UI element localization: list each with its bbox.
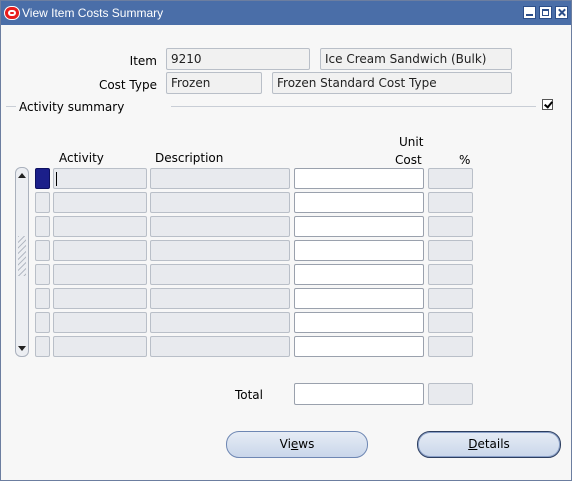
scroll-grip[interactable] [18,236,26,276]
item-description-field[interactable]: Ice Cream Sandwich (Bulk) [320,48,512,70]
percent-cell[interactable] [428,336,473,357]
unit-cost-cell[interactable] [294,312,424,333]
activity-cell[interactable] [53,312,147,333]
item-field[interactable]: 9210 [166,48,310,70]
scroll-up-icon[interactable] [18,173,26,178]
table-scrollbar[interactable] [15,167,29,357]
description-cell[interactable] [150,264,290,285]
unit-cost-cell[interactable] [294,192,424,213]
description-cell[interactable] [150,192,290,213]
row-selector[interactable] [35,216,50,237]
item-label: Item [129,54,157,68]
unit-cost-cell[interactable] [294,288,424,309]
unit-cost-cell[interactable] [294,264,424,285]
description-cell[interactable] [150,216,290,237]
activity-cell[interactable] [53,192,147,213]
views-button[interactable]: Views [226,431,368,458]
activity-cell[interactable] [53,288,147,309]
unit-cost-cell[interactable] [294,240,424,261]
percent-cell[interactable] [428,312,473,333]
row-selector[interactable] [35,240,50,261]
cost-type-label: Cost Type [98,78,157,92]
total-percent-field[interactable] [428,383,473,405]
total-label: Total [234,388,263,402]
close-icon[interactable] [555,6,568,19]
unit-cost-cell[interactable] [294,216,424,237]
percent-cell[interactable] [428,216,473,237]
view-item-costs-window: View Item Costs Summary Item 9210 Ice Cr… [0,0,572,481]
row-selector[interactable] [35,312,50,333]
activity-cell[interactable] [53,216,147,237]
views-button-label-end: ws [298,437,315,451]
details-button-label-end: etails [477,437,510,451]
unit-cost-cell[interactable] [294,168,424,189]
row-selector[interactable] [35,264,50,285]
activity-summary-heading: Activity summary [19,100,125,114]
percent-cell[interactable] [428,288,473,309]
row-selector[interactable] [35,192,50,213]
column-header-unit: Unit [399,135,424,149]
description-cell[interactable] [150,312,290,333]
column-header-cost: Cost [395,153,422,167]
column-header-activity: Activity [59,151,104,165]
column-header-percent: % [459,153,471,167]
views-button-label-start: Vi [279,437,291,451]
details-button[interactable]: Details [417,431,561,458]
activity-cell[interactable] [53,264,147,285]
unit-cost-cell[interactable] [294,336,424,357]
activity-summary-checkbox[interactable] [542,99,553,110]
percent-cell[interactable] [428,240,473,261]
minimize-icon[interactable] [523,6,536,19]
row-selector[interactable] [35,336,50,357]
description-cell[interactable] [150,336,290,357]
total-unit-cost-field[interactable] [294,383,424,405]
section-divider [171,106,536,107]
oracle-app-icon [4,6,20,20]
description-cell[interactable] [150,288,290,309]
window-title: View Item Costs Summary [22,6,164,20]
cost-type-field[interactable]: Frozen [166,72,262,94]
maximize-icon[interactable] [539,6,552,19]
row-selector[interactable] [35,168,50,189]
percent-cell[interactable] [428,264,473,285]
scroll-down-icon[interactable] [18,346,26,351]
column-header-description: Description [155,151,224,165]
title-bar[interactable]: View Item Costs Summary [1,1,571,25]
row-selector[interactable] [35,288,50,309]
percent-cell[interactable] [428,192,473,213]
cost-type-description-field[interactable]: Frozen Standard Cost Type [272,72,512,94]
description-cell[interactable] [150,240,290,261]
description-cell[interactable] [150,168,290,189]
section-divider-left [6,106,16,107]
text-cursor [56,172,57,186]
activity-cell[interactable] [53,168,147,189]
activity-cell[interactable] [53,240,147,261]
activity-cell[interactable] [53,336,147,357]
percent-cell[interactable] [428,168,473,189]
